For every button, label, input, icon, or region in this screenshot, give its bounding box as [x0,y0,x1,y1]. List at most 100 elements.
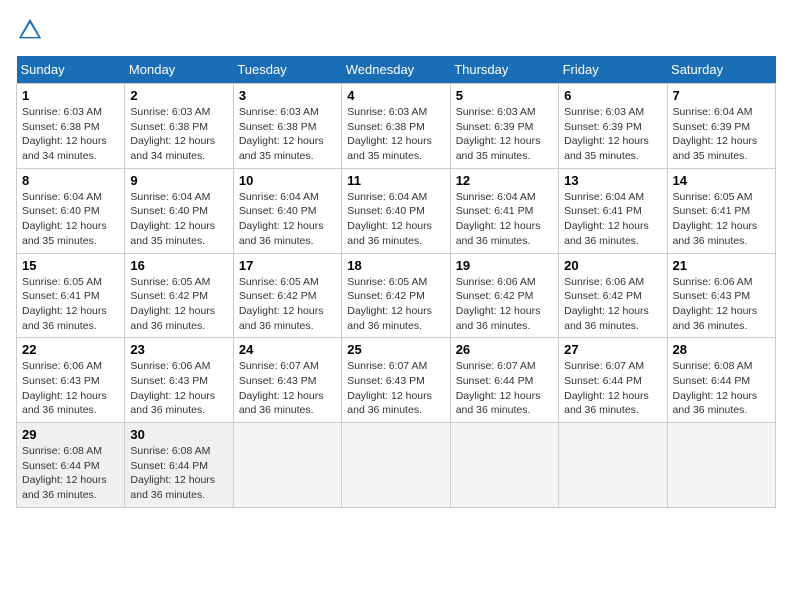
day-info: Sunrise: 6:06 AMSunset: 6:43 PMDaylight:… [673,275,770,334]
day-number: 7 [673,88,770,103]
day-number: 3 [239,88,336,103]
day-number: 5 [456,88,553,103]
day-info: Sunrise: 6:04 AMSunset: 6:40 PMDaylight:… [130,190,227,249]
day-info: Sunrise: 6:03 AMSunset: 6:38 PMDaylight:… [22,105,119,164]
day-info: Sunrise: 6:03 AMSunset: 6:38 PMDaylight:… [347,105,444,164]
day-cell: 16 Sunrise: 6:05 AMSunset: 6:42 PMDaylig… [125,253,233,338]
day-cell [450,423,558,508]
day-number: 17 [239,258,336,273]
day-cell: 6 Sunrise: 6:03 AMSunset: 6:39 PMDayligh… [559,84,667,169]
day-cell: 28 Sunrise: 6:08 AMSunset: 6:44 PMDaylig… [667,338,775,423]
day-cell: 22 Sunrise: 6:06 AMSunset: 6:43 PMDaylig… [17,338,125,423]
day-number: 24 [239,342,336,357]
day-info: Sunrise: 6:05 AMSunset: 6:41 PMDaylight:… [673,190,770,249]
day-cell: 12 Sunrise: 6:04 AMSunset: 6:41 PMDaylig… [450,168,558,253]
day-info: Sunrise: 6:08 AMSunset: 6:44 PMDaylight:… [22,444,119,503]
day-number: 25 [347,342,444,357]
week-row-2: 8 Sunrise: 6:04 AMSunset: 6:40 PMDayligh… [17,168,776,253]
day-cell: 7 Sunrise: 6:04 AMSunset: 6:39 PMDayligh… [667,84,775,169]
day-info: Sunrise: 6:06 AMSunset: 6:43 PMDaylight:… [22,359,119,418]
day-info: Sunrise: 6:04 AMSunset: 6:39 PMDaylight:… [673,105,770,164]
col-header-sunday: Sunday [17,56,125,84]
day-number: 19 [456,258,553,273]
day-number: 22 [22,342,119,357]
day-info: Sunrise: 6:04 AMSunset: 6:40 PMDaylight:… [347,190,444,249]
day-number: 6 [564,88,661,103]
day-number: 13 [564,173,661,188]
col-header-saturday: Saturday [667,56,775,84]
day-cell: 4 Sunrise: 6:03 AMSunset: 6:38 PMDayligh… [342,84,450,169]
day-number: 26 [456,342,553,357]
week-row-4: 22 Sunrise: 6:06 AMSunset: 6:43 PMDaylig… [17,338,776,423]
day-info: Sunrise: 6:05 AMSunset: 6:42 PMDaylight:… [130,275,227,334]
day-info: Sunrise: 6:04 AMSunset: 6:41 PMDaylight:… [564,190,661,249]
day-cell: 26 Sunrise: 6:07 AMSunset: 6:44 PMDaylig… [450,338,558,423]
day-cell: 25 Sunrise: 6:07 AMSunset: 6:43 PMDaylig… [342,338,450,423]
day-cell [342,423,450,508]
day-number: 23 [130,342,227,357]
day-info: Sunrise: 6:05 AMSunset: 6:42 PMDaylight:… [347,275,444,334]
col-header-tuesday: Tuesday [233,56,341,84]
calendar-table: SundayMondayTuesdayWednesdayThursdayFrid… [16,56,776,508]
day-cell: 15 Sunrise: 6:05 AMSunset: 6:41 PMDaylig… [17,253,125,338]
day-cell: 17 Sunrise: 6:05 AMSunset: 6:42 PMDaylig… [233,253,341,338]
day-cell: 10 Sunrise: 6:04 AMSunset: 6:40 PMDaylig… [233,168,341,253]
day-cell: 29 Sunrise: 6:08 AMSunset: 6:44 PMDaylig… [17,423,125,508]
day-number: 15 [22,258,119,273]
day-number: 1 [22,88,119,103]
day-cell: 30 Sunrise: 6:08 AMSunset: 6:44 PMDaylig… [125,423,233,508]
day-number: 29 [22,427,119,442]
day-cell: 11 Sunrise: 6:04 AMSunset: 6:40 PMDaylig… [342,168,450,253]
day-number: 11 [347,173,444,188]
day-info: Sunrise: 6:08 AMSunset: 6:44 PMDaylight:… [673,359,770,418]
day-info: Sunrise: 6:04 AMSunset: 6:40 PMDaylight:… [239,190,336,249]
week-row-5: 29 Sunrise: 6:08 AMSunset: 6:44 PMDaylig… [17,423,776,508]
day-info: Sunrise: 6:03 AMSunset: 6:38 PMDaylight:… [130,105,227,164]
day-number: 12 [456,173,553,188]
week-row-3: 15 Sunrise: 6:05 AMSunset: 6:41 PMDaylig… [17,253,776,338]
col-header-thursday: Thursday [450,56,558,84]
day-info: Sunrise: 6:07 AMSunset: 6:44 PMDaylight:… [456,359,553,418]
logo [16,16,48,44]
day-info: Sunrise: 6:07 AMSunset: 6:43 PMDaylight:… [347,359,444,418]
day-cell [233,423,341,508]
day-number: 28 [673,342,770,357]
day-number: 21 [673,258,770,273]
day-cell: 13 Sunrise: 6:04 AMSunset: 6:41 PMDaylig… [559,168,667,253]
day-number: 20 [564,258,661,273]
day-number: 27 [564,342,661,357]
day-number: 10 [239,173,336,188]
day-info: Sunrise: 6:05 AMSunset: 6:41 PMDaylight:… [22,275,119,334]
day-info: Sunrise: 6:07 AMSunset: 6:43 PMDaylight:… [239,359,336,418]
day-cell: 8 Sunrise: 6:04 AMSunset: 6:40 PMDayligh… [17,168,125,253]
day-cell: 21 Sunrise: 6:06 AMSunset: 6:43 PMDaylig… [667,253,775,338]
week-row-1: 1 Sunrise: 6:03 AMSunset: 6:38 PMDayligh… [17,84,776,169]
day-cell: 1 Sunrise: 6:03 AMSunset: 6:38 PMDayligh… [17,84,125,169]
day-cell: 27 Sunrise: 6:07 AMSunset: 6:44 PMDaylig… [559,338,667,423]
day-cell: 9 Sunrise: 6:04 AMSunset: 6:40 PMDayligh… [125,168,233,253]
day-cell [559,423,667,508]
day-info: Sunrise: 6:03 AMSunset: 6:39 PMDaylight:… [564,105,661,164]
day-info: Sunrise: 6:08 AMSunset: 6:44 PMDaylight:… [130,444,227,503]
day-number: 18 [347,258,444,273]
day-info: Sunrise: 6:03 AMSunset: 6:39 PMDaylight:… [456,105,553,164]
day-cell: 5 Sunrise: 6:03 AMSunset: 6:39 PMDayligh… [450,84,558,169]
day-info: Sunrise: 6:05 AMSunset: 6:42 PMDaylight:… [239,275,336,334]
day-cell: 14 Sunrise: 6:05 AMSunset: 6:41 PMDaylig… [667,168,775,253]
day-cell: 18 Sunrise: 6:05 AMSunset: 6:42 PMDaylig… [342,253,450,338]
day-cell [667,423,775,508]
day-number: 9 [130,173,227,188]
day-number: 8 [22,173,119,188]
day-cell: 23 Sunrise: 6:06 AMSunset: 6:43 PMDaylig… [125,338,233,423]
day-number: 14 [673,173,770,188]
header [16,16,776,44]
day-info: Sunrise: 6:06 AMSunset: 6:42 PMDaylight:… [564,275,661,334]
day-number: 16 [130,258,227,273]
day-cell: 2 Sunrise: 6:03 AMSunset: 6:38 PMDayligh… [125,84,233,169]
day-info: Sunrise: 6:04 AMSunset: 6:41 PMDaylight:… [456,190,553,249]
day-info: Sunrise: 6:03 AMSunset: 6:38 PMDaylight:… [239,105,336,164]
day-info: Sunrise: 6:04 AMSunset: 6:40 PMDaylight:… [22,190,119,249]
col-header-monday: Monday [125,56,233,84]
day-info: Sunrise: 6:06 AMSunset: 6:43 PMDaylight:… [130,359,227,418]
day-number: 30 [130,427,227,442]
